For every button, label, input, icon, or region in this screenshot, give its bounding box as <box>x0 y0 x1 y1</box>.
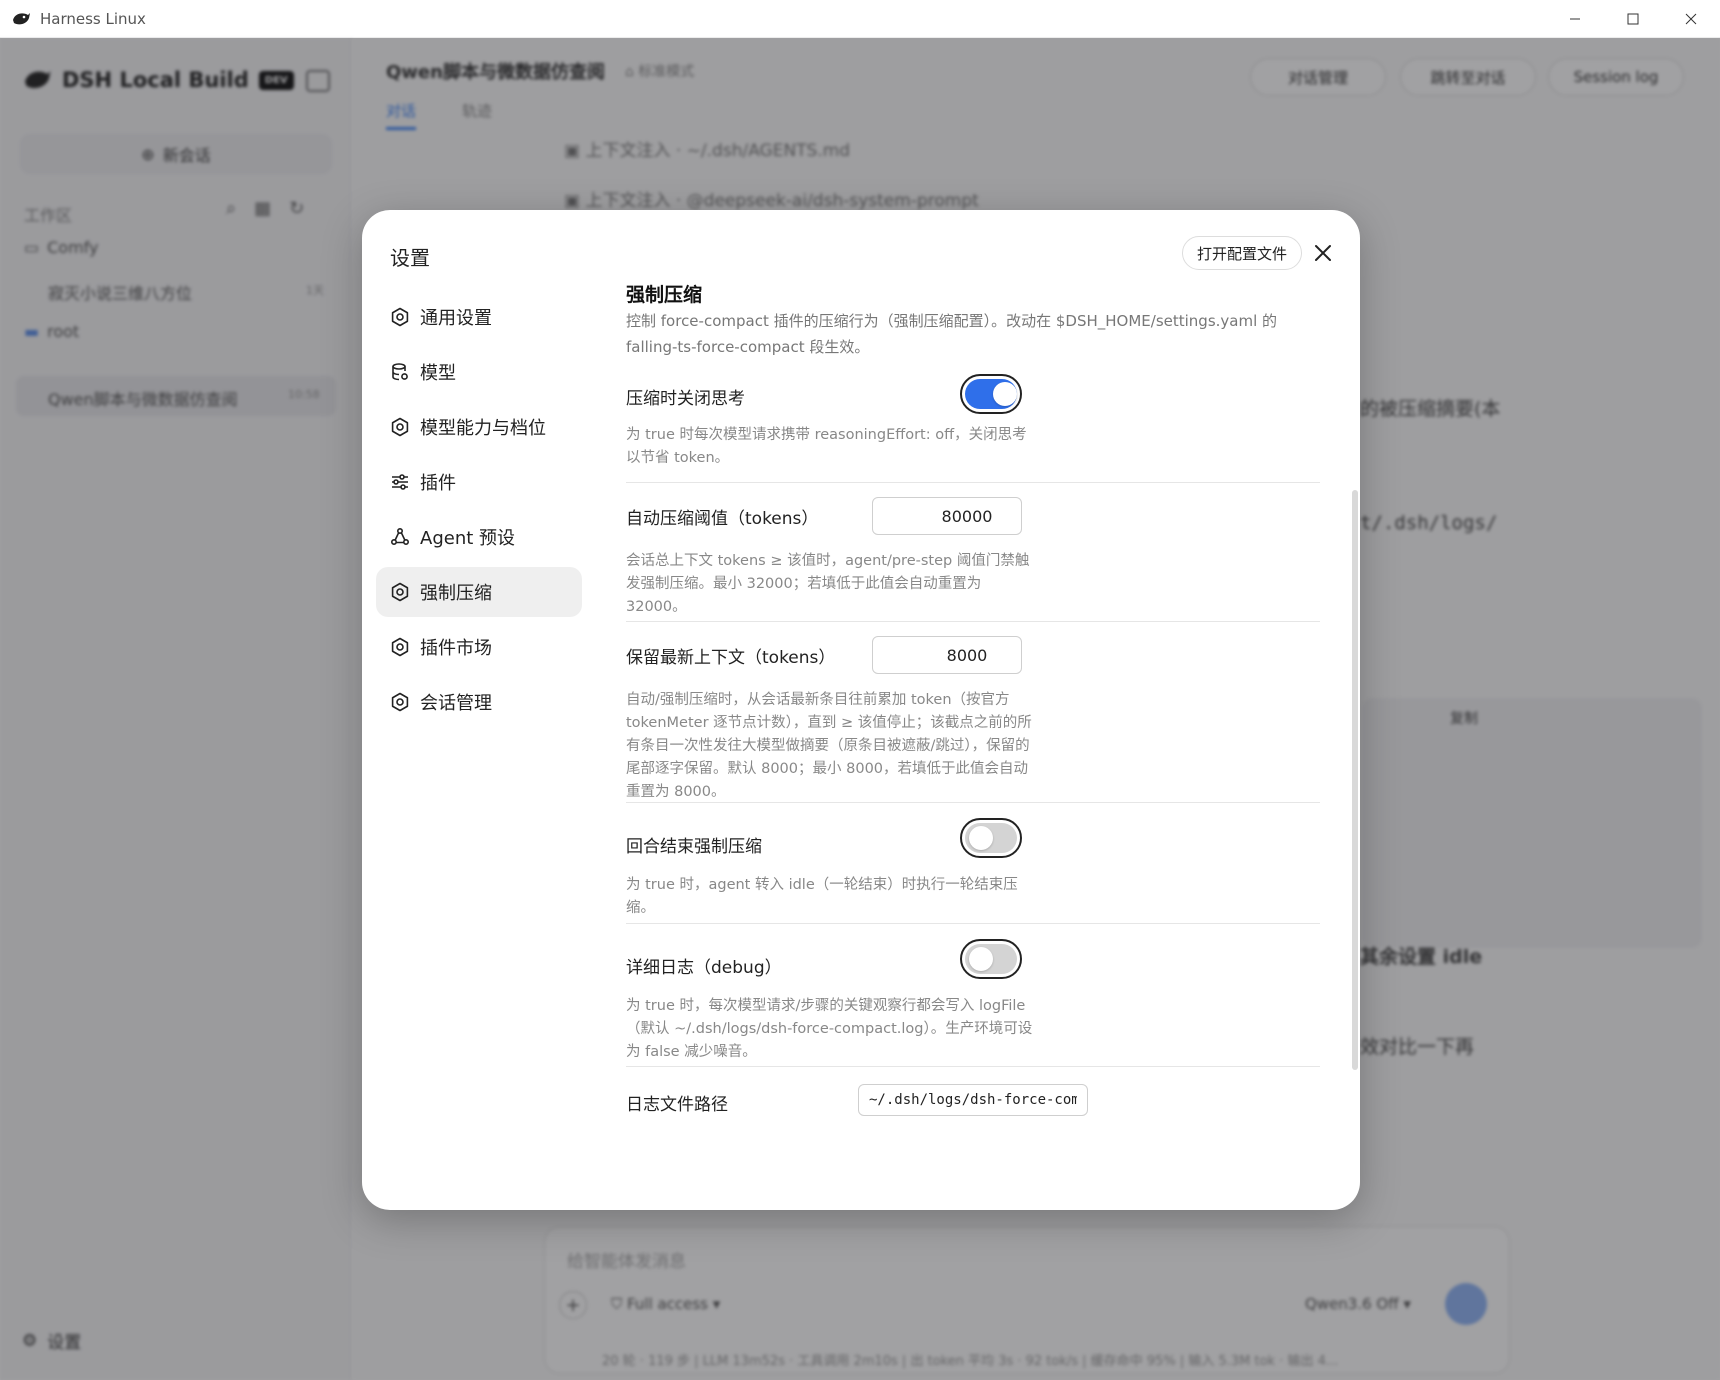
gear-icon <box>391 307 409 327</box>
gear-icon <box>391 417 409 437</box>
toggle-track <box>965 823 1017 853</box>
turn-end-toggle[interactable] <box>960 818 1022 858</box>
nav-item-label: 插件 <box>420 473 456 494</box>
setting-row-auto-threshold: 自动压缩阈值（tokens） 会话总上下文 tokens ≥ 该值时，agent… <box>626 482 1320 622</box>
gear-icon <box>391 637 409 657</box>
keep-recent-input[interactable] <box>872 636 1022 674</box>
setting-help: 为 true 时，agent 转入 idle（一轮结束）时执行一轮结束压缩。 <box>626 877 1018 916</box>
nav-item-label: 强制压缩 <box>420 583 492 604</box>
content-scrollbar[interactable] <box>1352 490 1358 1070</box>
gear-icon <box>391 582 409 602</box>
setting-label: 压缩时关闭思考 <box>626 389 745 409</box>
gear-icon <box>391 692 409 712</box>
close-icon[interactable] <box>1308 238 1338 268</box>
nav-item-label: Agent 预设 <box>420 528 516 549</box>
setting-row-keep-recent: 保留最新上下文（tokens） 自动/强制压缩时，从会话最新条目往前累加 tok… <box>626 621 1320 803</box>
toggle-knob <box>993 382 1017 406</box>
toggle-track <box>965 944 1017 974</box>
nav-item-session-manage[interactable]: 会话管理 <box>376 677 582 727</box>
setting-label: 日志文件路径 <box>626 1095 728 1115</box>
open-config-button[interactable]: 打开配置文件 <box>1182 236 1303 270</box>
nav-item-plugins[interactable]: 插件 <box>376 457 582 507</box>
nav-item-agent-presets[interactable]: Agent 预设 <box>376 512 582 562</box>
agent-icon <box>390 527 410 546</box>
maximize-button[interactable] <box>1604 0 1662 38</box>
debug-toggle[interactable] <box>960 939 1022 979</box>
section-description: 控制 force-compact 插件的压缩行为（强制压缩配置）。改动在 $DS… <box>626 312 1278 356</box>
nav-item-label: 插件市场 <box>420 638 492 659</box>
nav-item-label: 会话管理 <box>420 693 492 714</box>
nav-item-general[interactable]: 通用设置 <box>376 292 582 342</box>
log-path-input[interactable] <box>858 1084 1088 1116</box>
setting-help: 自动/强制压缩时，从会话最新条目往前累加 token（按官方 tokenMete… <box>626 692 1032 800</box>
window-title: Harness Linux <box>40 9 146 28</box>
app-logo-icon <box>10 8 32 30</box>
setting-label: 详细日志（debug） <box>626 958 782 978</box>
toggle-knob <box>969 947 993 971</box>
setting-help: 为 true 时每次模型请求携带 reasoningEffort: off，关闭… <box>626 427 1027 466</box>
setting-help: 为 true 时，每次模型请求/步骤的关键观察行都会写入 logFile（默认 … <box>626 998 1033 1060</box>
settings-content[interactable]: 强制压缩 控制 force-compact 插件的压缩行为（强制压缩配置）。改动… <box>626 270 1320 1210</box>
minimize-button[interactable] <box>1546 0 1604 38</box>
setting-label: 自动压缩阈值（tokens） <box>626 509 819 529</box>
database-icon <box>392 363 408 381</box>
nav-item-plugin-market[interactable]: 插件市场 <box>376 622 582 672</box>
setting-row-debug: 详细日志（debug） 为 true 时，每次模型请求/步骤的关键观察行都会写入… <box>626 923 1320 1067</box>
sliders-icon <box>392 474 408 490</box>
toggle-knob <box>969 826 993 850</box>
section-title: 强制压缩 <box>626 284 703 306</box>
nav-item-label: 通用设置 <box>420 308 492 329</box>
setting-row-disable-thinking: 压缩时关闭思考 为 true 时每次模型请求携带 reasoningEffort… <box>626 366 1320 486</box>
nav-item-model-capabilities[interactable]: 模型能力与档位 <box>376 402 582 452</box>
toggle-track <box>965 379 1017 409</box>
settings-nav: 通用设置 模型 模型能力与档位 插件 Agent 预设 强制压缩 插件市场 会话… <box>376 292 582 732</box>
setting-row-log-path: 日志文件路径 <box>626 1066 1320 1146</box>
nav-item-label: 模型 <box>420 363 456 384</box>
nav-item-models[interactable]: 模型 <box>376 347 582 397</box>
modal-title: 设置 <box>390 246 430 270</box>
settings-modal: 设置 打开配置文件 通用设置 模型 模型能力与档位 插件 Agent 预设 强制… <box>362 210 1360 1210</box>
setting-help: 会话总上下文 tokens ≥ 该值时，agent/pre-step 阈值门禁触… <box>626 553 1030 615</box>
nav-item-force-compact[interactable]: 强制压缩 <box>376 567 582 617</box>
setting-label: 回合结束强制压缩 <box>626 837 762 857</box>
disable-thinking-toggle[interactable] <box>960 374 1022 414</box>
setting-row-turn-end: 回合结束强制压缩 为 true 时，agent 转入 idle（一轮结束）时执行… <box>626 802 1320 924</box>
window-close-button[interactable] <box>1662 0 1720 38</box>
nav-item-label: 模型能力与档位 <box>420 418 546 439</box>
setting-label: 保留最新上下文（tokens） <box>626 648 836 668</box>
window-titlebar: Harness Linux <box>0 0 1720 38</box>
auto-threshold-input[interactable] <box>872 497 1022 535</box>
